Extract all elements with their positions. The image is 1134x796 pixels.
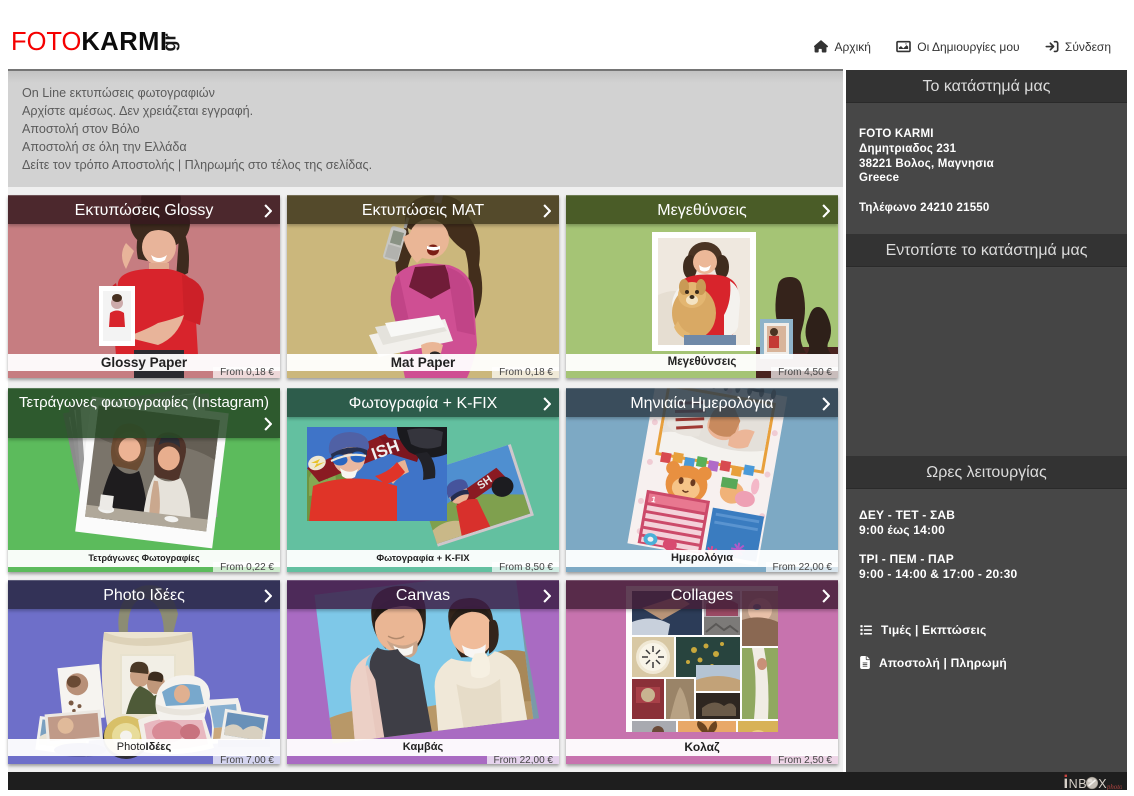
svg-text:B: B — [1078, 777, 1086, 790]
svg-text:photo: photo — [1106, 784, 1122, 790]
svg-text:N: N — [1069, 777, 1078, 790]
svg-text:X: X — [1098, 777, 1107, 790]
